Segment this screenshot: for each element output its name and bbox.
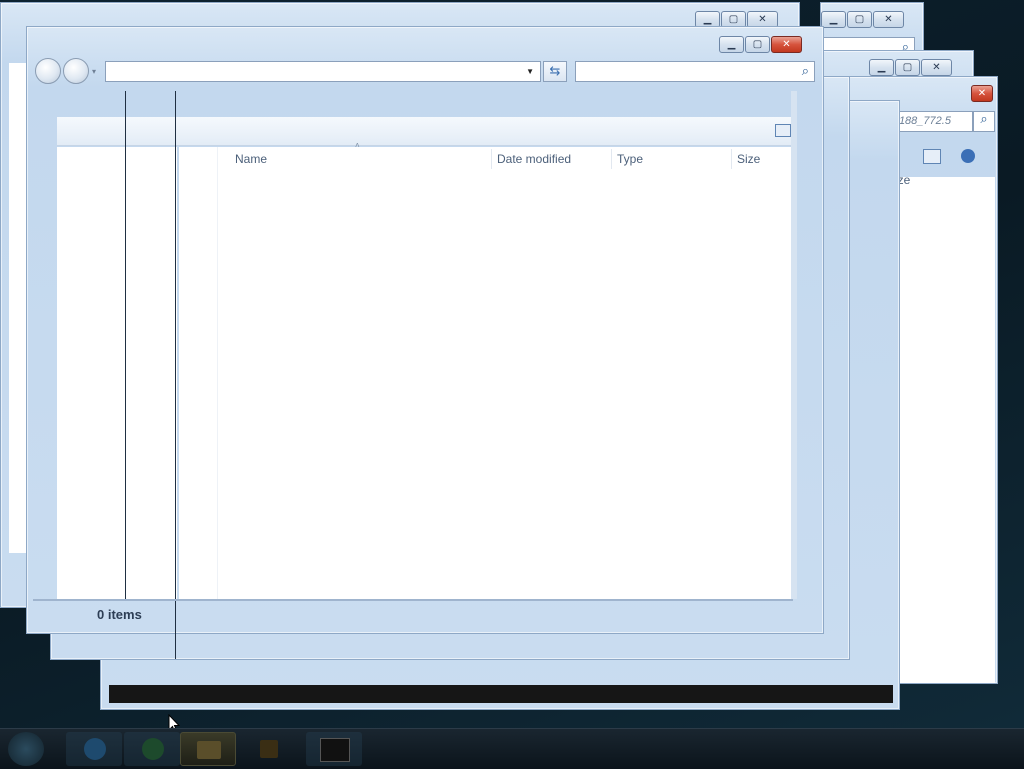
minimize-button[interactable]: ▁ [719,36,744,53]
minimize-icon: ▁ [727,39,736,50]
close-icon: ✕ [782,39,791,50]
taskbar-media-player[interactable] [124,732,180,766]
maximize-icon: ▢ [728,14,739,25]
folder-icon [197,741,221,759]
refresh-icon: ⇆ [549,64,561,79]
explorer-window-front: ▁ ▢ ✕ ▾ ▼ ⇆ ⌕ ˄ Name Date modified Type … [26,26,824,659]
maximize-button[interactable]: ▢ [847,11,872,28]
close-icon: ✕ [758,14,767,25]
close-button[interactable]: ✕ [771,36,802,53]
address-dropdown-icon[interactable]: ▼ [526,67,534,76]
close-icon: ✕ [977,88,987,99]
maximize-icon: ▢ [752,39,763,50]
refresh-button[interactable]: ⇆ [543,61,567,82]
recent-pages-dropdown[interactable]: ▾ [92,67,96,76]
column-header-name[interactable]: Name [235,147,267,171]
minimize-icon: ▁ [877,62,886,73]
close-button[interactable]: ✕ [921,59,952,76]
sort-ascending-icon: ˄ [355,141,360,150]
taskbar-windows-explorer[interactable] [180,732,236,766]
command-prompt-icon [320,738,350,762]
close-button[interactable]: ✕ [873,11,904,28]
command-bar [57,117,791,146]
file-list [179,147,791,599]
taskbar-explorer-folder[interactable] [240,732,296,766]
maximize-button[interactable]: ▢ [745,36,770,53]
folder-icon [260,740,278,758]
media-player-icon [142,738,164,760]
minimize-button[interactable]: ▁ [869,59,894,76]
close-icon: ✕ [884,14,893,25]
forward-button[interactable] [63,58,89,84]
status-item-count: 0 items [97,607,142,622]
search-icon: ⌕ [801,64,809,79]
search-icon[interactable]: ⌕ [973,111,995,132]
preview-pane-icon[interactable] [923,149,941,164]
minimize-icon: ▁ [829,14,838,25]
close-button[interactable]: ✕ [971,85,993,102]
preview-pane-icon[interactable] [775,124,791,137]
taskbar-command-prompt[interactable] [306,732,362,766]
back-button[interactable] [35,58,61,84]
minimize-icon: ▁ [703,14,712,25]
maximize-icon: ▢ [902,62,913,73]
column-header-type[interactable]: Type [617,147,643,171]
start-orb-icon[interactable] [8,732,44,766]
address-bar[interactable]: ▼ [105,61,541,82]
minimize-button[interactable]: ▁ [821,11,846,28]
scrollbar[interactable] [791,91,797,599]
close-icon: ✕ [932,62,941,73]
taskbar-internet-explorer[interactable] [66,732,122,766]
help-icon[interactable] [961,149,975,163]
column-header-size[interactable]: Size [737,147,760,171]
search-input[interactable]: ⌕ [575,61,815,82]
navigation-pane [57,147,177,599]
maximize-button[interactable]: ▢ [895,59,920,76]
internet-explorer-icon [84,738,106,760]
maximize-icon: ▢ [854,14,865,25]
column-header-date-modified[interactable]: Date modified [497,147,571,171]
